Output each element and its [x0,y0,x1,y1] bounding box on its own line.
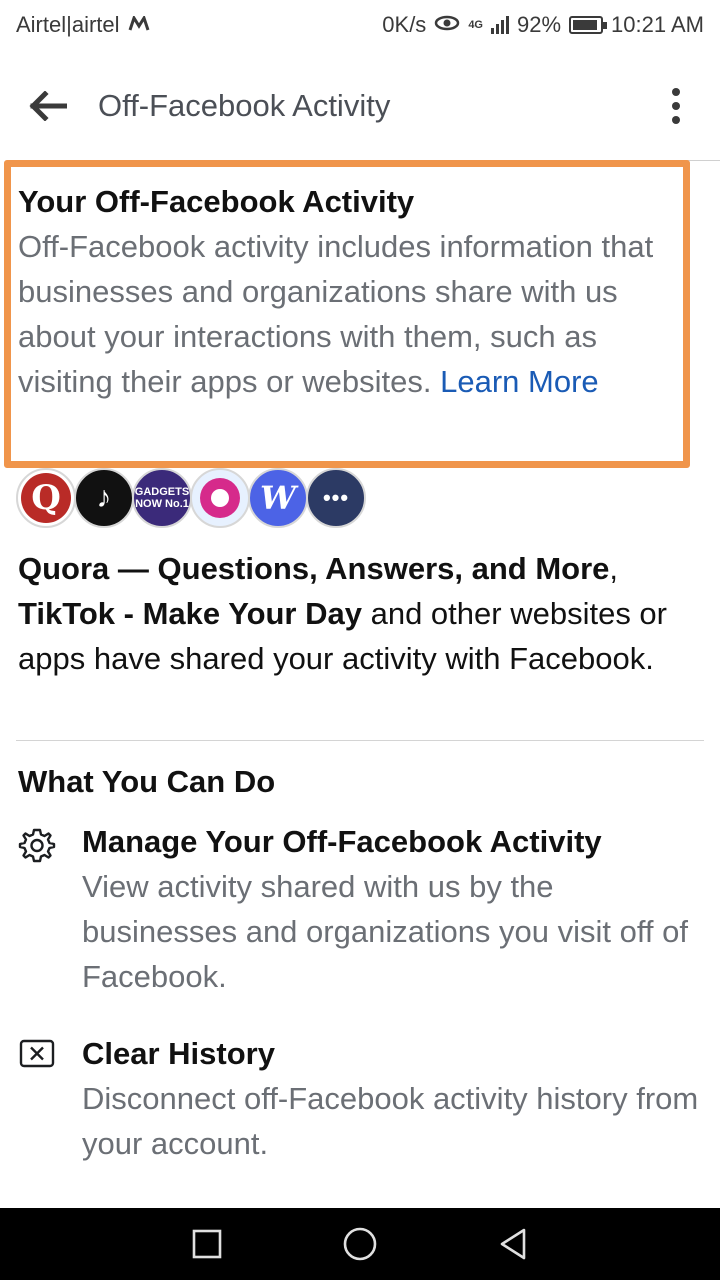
section-divider [16,740,704,741]
status-right: 0K/s 4G 92% 10:21 AM [382,12,704,38]
clock: 10:21 AM [611,12,704,37]
learn-more-link[interactable]: Learn More [440,364,599,399]
system-nav-bar [0,1208,720,1280]
manage-activity-description: View activity shared with us by the busi… [82,869,689,994]
app-bar-divider [686,160,720,161]
more-apps-icon: ••• [306,468,366,528]
recents-square-icon [192,1229,221,1259]
network-type: 4G [468,19,483,31]
status-left: Airtel|airtel [16,12,150,38]
app-icon [190,468,250,528]
more-vertical-icon [672,88,680,96]
data-speed: 0K/s [382,12,427,37]
nav-back-button[interactable] [491,1222,535,1266]
clear-history-title: Clear History [82,1036,275,1071]
eye-icon [434,12,460,38]
status-bar: Airtel|airtel 0K/s 4G 92% 10:21 AM [0,0,720,50]
clear-history-item[interactable]: Clear History Disconnect off-Facebook ac… [18,1032,708,1166]
quora-icon: Q [16,468,76,528]
battery-percent: 92% [517,12,562,37]
more-options-button[interactable] [656,82,696,130]
back-button[interactable] [28,86,68,126]
app-avatars[interactable]: Q ♪ GADGETS NOW No.1 W ••• [16,468,366,528]
home-button[interactable] [338,1222,382,1266]
manage-activity-title: Manage Your Off-Facebook Activity [82,824,602,859]
clear-history-description: Disconnect off-Facebook activity history… [82,1081,699,1161]
app-name-tiktok[interactable]: TikTok - Make Your Day [18,596,362,631]
carrier-label: Airtel|airtel [16,12,120,37]
gadgets-now-icon: GADGETS NOW No.1 [132,468,192,528]
app-bar: Off-Facebook Activity [0,58,720,154]
back-triangle-icon [501,1228,526,1260]
battery-icon [569,16,608,34]
intro-body: Off-Facebook activity includes informati… [18,224,698,404]
app-name-quora[interactable]: Quora — Questions, Answers, and More [18,551,609,586]
intro-section: Your Off-Facebook Activity Off-Facebook … [18,180,698,404]
tiktok-icon: ♪ [74,468,134,528]
page-title: Off-Facebook Activity [98,88,391,123]
shared-apps-text: Quora — Questions, Answers, and More, Ti… [18,551,667,676]
home-circle-icon [343,1227,377,1261]
what-you-can-do-heading: What You Can Do [18,764,276,799]
recents-button[interactable] [185,1222,229,1266]
m-logo-icon [128,12,150,38]
w-app-icon: W [248,468,308,528]
clear-x-icon [19,1039,55,1068]
signal-icon [491,16,509,34]
manage-activity-item[interactable]: Manage Your Off-Facebook Activity View a… [18,820,708,999]
gear-icon [18,828,56,863]
arrow-left-icon [29,91,67,121]
intro-heading: Your Off-Facebook Activity [18,184,415,219]
